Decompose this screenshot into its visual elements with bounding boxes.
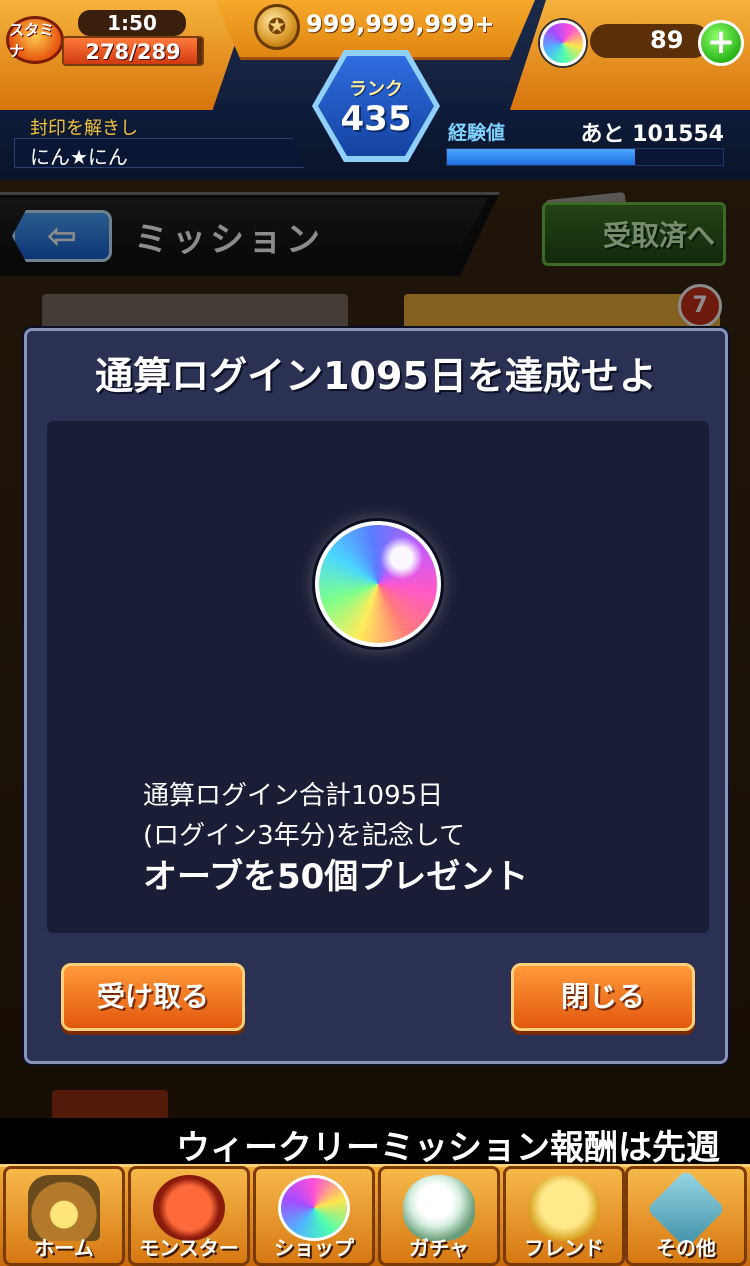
- nav-monster[interactable]: モンスター: [128, 1166, 250, 1266]
- orb-icon: [540, 20, 586, 66]
- rainbow-orb-icon: [315, 521, 441, 647]
- exp-bar: [446, 148, 724, 166]
- nav-shop[interactable]: ショップ: [253, 1166, 375, 1266]
- news-ticker: ウィークリーミッション報酬は先週: [0, 1118, 750, 1164]
- player-title: 封印を解きし: [30, 118, 138, 139]
- nav-label: ガチャ: [409, 1236, 469, 1260]
- add-orb-button[interactable]: +: [698, 20, 744, 66]
- nav-label: モンスター: [139, 1236, 239, 1260]
- mission-reward-dialog: 通算ログイン1095日を達成せよ 通算ログイン合計1095日 (ログイン3年分)…: [24, 328, 728, 1064]
- nav-label: ショップ: [274, 1236, 354, 1260]
- stamina-icon: スタミナ: [6, 16, 64, 64]
- exp-label: 経験値: [448, 122, 506, 144]
- coin-icon: ✪: [254, 4, 300, 50]
- ticker-text: ウィークリーミッション報酬は先週: [176, 1128, 720, 1164]
- stamina-timer: 1:50: [78, 10, 186, 36]
- exp-bar-fill: [447, 149, 635, 165]
- dialog-title: 通算ログイン1095日を達成せよ: [95, 354, 657, 398]
- reward-description-line3: オーブを50個プレゼント: [143, 857, 529, 897]
- nav-label: その他: [656, 1236, 716, 1260]
- nav-label: フレンド: [524, 1236, 604, 1260]
- nav-friend[interactable]: フレンド: [503, 1166, 625, 1266]
- reward-description-line2: (ログイン3年分)を記念して: [143, 821, 466, 851]
- close-button[interactable]: 閉じる: [511, 963, 695, 1031]
- nav-label: ホーム: [34, 1236, 94, 1260]
- reward-description-line1: 通算ログイン合計1095日: [143, 781, 444, 811]
- nav-other[interactable]: その他: [625, 1166, 747, 1266]
- receive-button[interactable]: 受け取る: [61, 963, 245, 1031]
- coin-value: 999,999,999+: [306, 10, 495, 38]
- nav-gacha[interactable]: ガチャ: [378, 1166, 500, 1266]
- player-name: にん★にん: [30, 145, 128, 169]
- rank-label: ランク: [349, 79, 403, 100]
- nav-home[interactable]: ホーム: [3, 1166, 125, 1266]
- exp-remaining: あと 101554: [580, 122, 724, 147]
- rank-value: 435: [340, 99, 412, 139]
- orb-count: 89: [650, 26, 684, 54]
- stamina-bar: 278/289: [62, 36, 204, 66]
- stamina-value: 278/289: [85, 40, 181, 64]
